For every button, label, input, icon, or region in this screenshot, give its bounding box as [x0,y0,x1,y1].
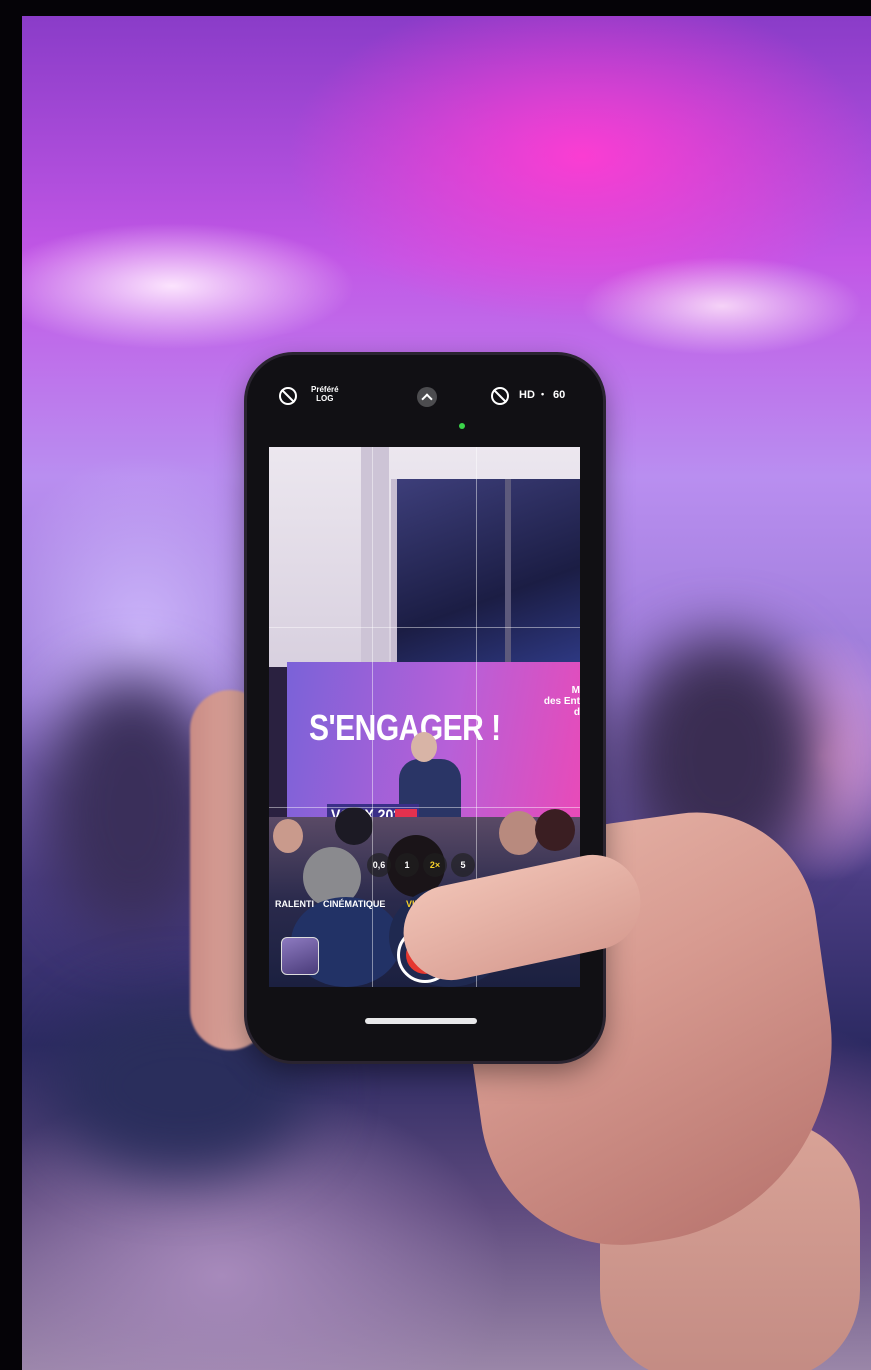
format-separator: • [541,389,545,399]
zoom-1-button[interactable]: 1 [395,853,419,877]
camera-top-bar: Préféré LOG HD • 60 [269,383,581,443]
audience-head [535,809,575,851]
live-off-icon[interactable] [491,387,509,405]
flash-off-icon[interactable] [279,387,297,405]
photo-scene: Préféré LOG HD • 60 S'ENGAGER ! M des En… [0,0,871,1370]
fps-label[interactable]: 60 [553,389,565,401]
live-photo-label[interactable]: Préféré LOG [311,385,339,403]
grid-line [269,627,580,628]
audience-head [273,819,303,853]
mode-slow-motion[interactable]: RALENTI [275,899,314,909]
banner-side-text: M des Ent d [544,685,580,718]
zoom-5-button[interactable]: 5 [451,853,475,877]
banner-headline: S'ENGAGER ! [309,709,501,749]
chevron-up-icon[interactable] [417,387,437,407]
zoom-0-6-button[interactable]: 0,6 [367,853,391,877]
grid-line [269,807,580,808]
mode-cinematic[interactable]: CINÉMATIQUE [323,899,385,909]
viewfinder-window-frame [505,479,511,667]
banner-side-line: d [573,707,580,718]
video-format-label[interactable]: HD [519,389,535,401]
banner-side-line: des Ent [543,696,580,707]
home-indicator[interactable] [365,1018,477,1024]
viewfinder-window [391,479,580,667]
frame-edge-left [0,0,22,1370]
camera-active-indicator-icon [459,423,465,429]
last-capture-thumbnail[interactable] [281,937,319,975]
zoom-2-button[interactable]: 2× [423,853,447,877]
banner-side-line: M [571,685,580,696]
audience-head [499,811,539,855]
frame-edge-top [0,0,871,16]
speaker-head [411,732,437,762]
viewfinder-pillar [361,447,389,667]
audience-head [335,807,373,845]
